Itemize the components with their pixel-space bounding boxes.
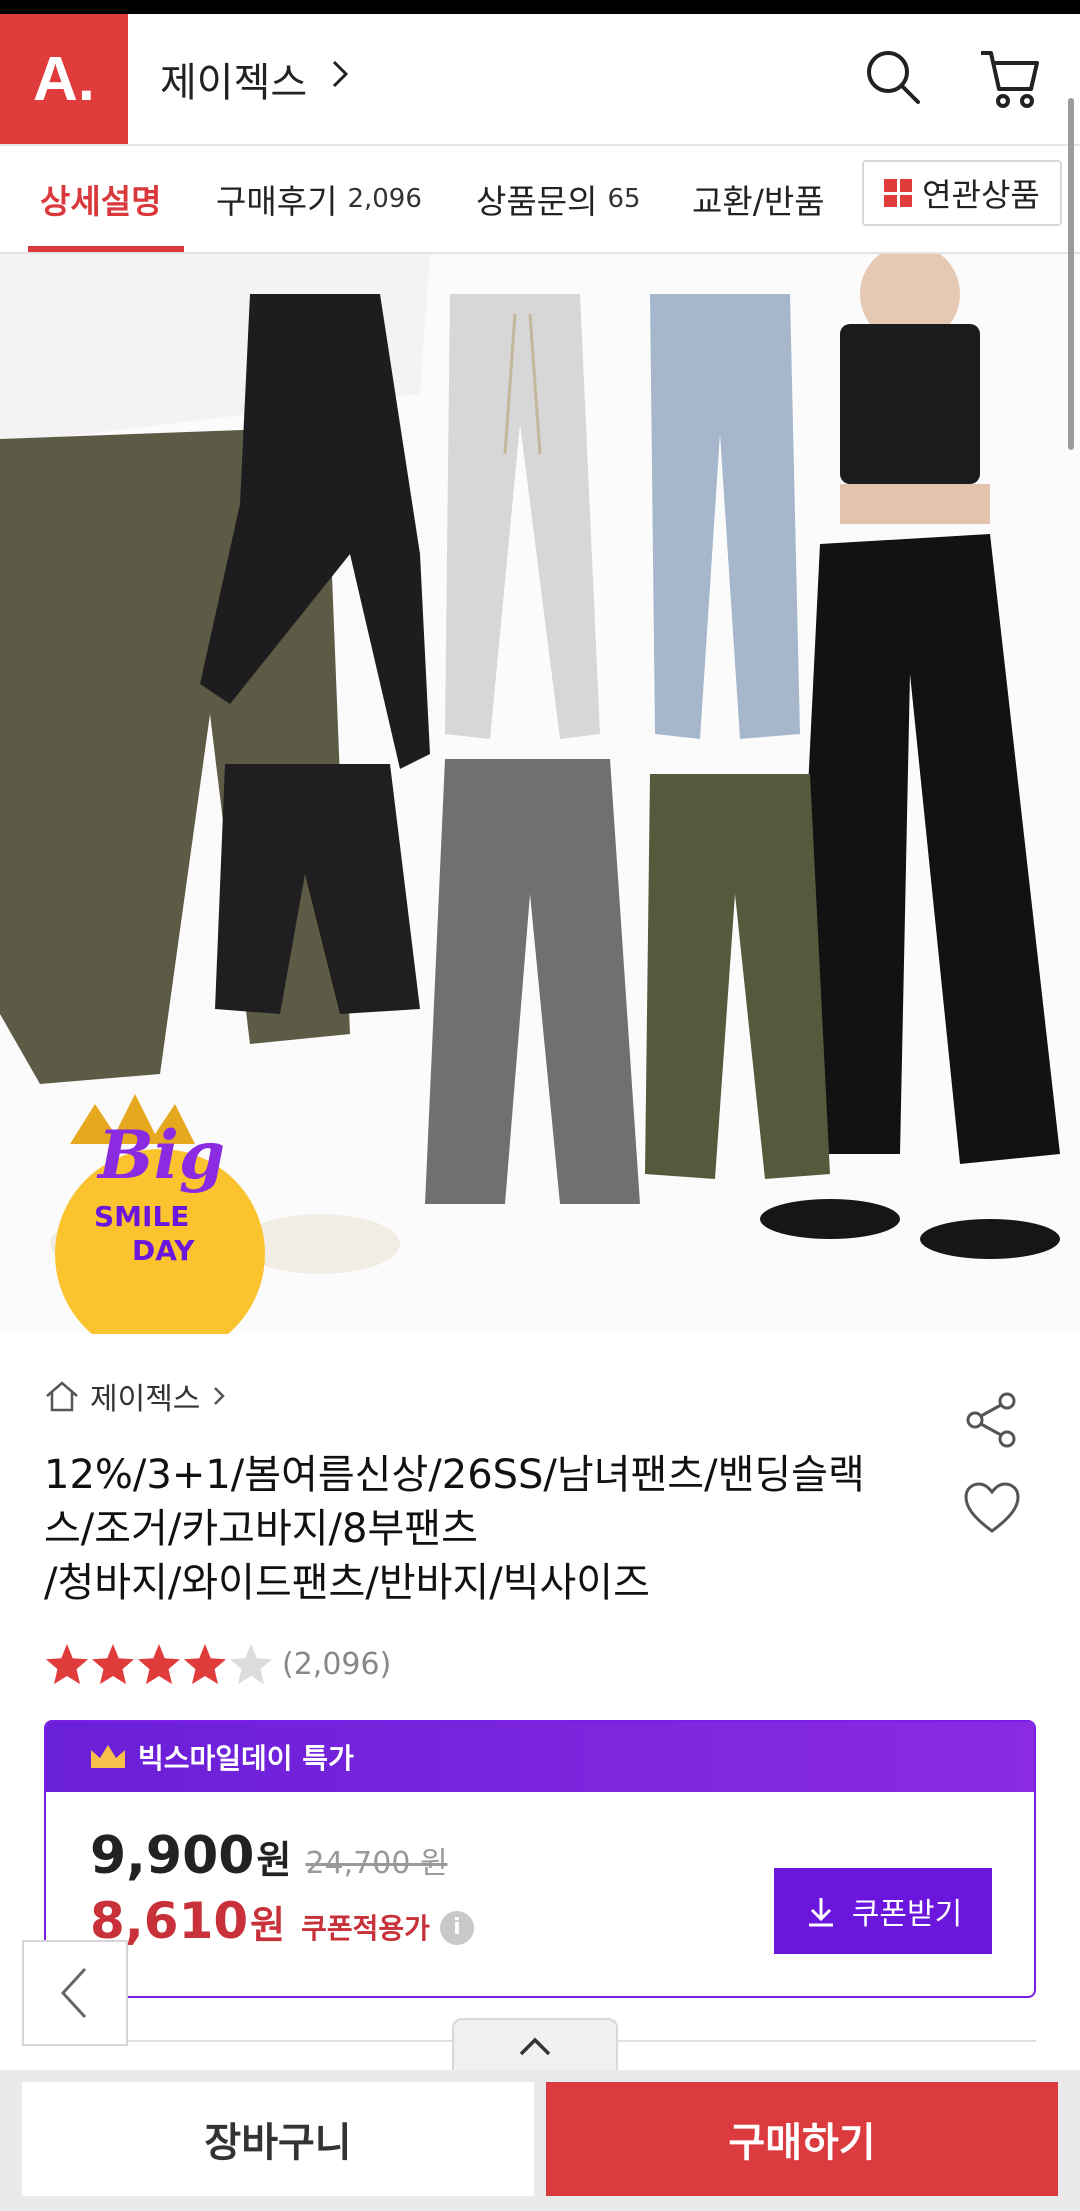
top-header: A. 제이젝스: [0, 14, 1080, 146]
coupon-price-label: 쿠폰적용가: [301, 1912, 430, 1945]
buy-now-button[interactable]: 구매하기: [546, 2082, 1058, 2196]
tab-label: 교환/반품: [692, 182, 825, 221]
add-to-cart-button[interactable]: 장바구니: [22, 2082, 534, 2196]
deal-header: 빅스마일데이 특가: [46, 1722, 1034, 1792]
product-title-line: 스/조거/카고바지/8부팬츠: [44, 1506, 478, 1552]
status-bar: [0, 0, 1080, 14]
breadcrumb[interactable]: 제이젝스: [44, 1374, 230, 1418]
store-name-link[interactable]: 제이젝스: [160, 50, 307, 108]
search-icon[interactable]: [858, 42, 928, 112]
star-filled-icon: [45, 1643, 89, 1685]
scrollbar[interactable]: [1068, 98, 1074, 450]
info-icon[interactable]: i: [439, 1910, 474, 1945]
share-icon[interactable]: [960, 1388, 1024, 1452]
chevron-right-icon: [214, 1387, 226, 1405]
detail-tabs: 상세설명 구매후기 2,096 상품문의 65 교환/반품 연관상품: [0, 146, 1080, 254]
download-icon: [808, 1898, 833, 1927]
breadcrumb-store: 제이젝스: [90, 1382, 201, 1417]
related-products-label: 연관상품: [922, 176, 1040, 214]
add-to-cart-label: 장바구니: [204, 2120, 352, 2166]
tab-label: 상품문의: [476, 182, 598, 221]
product-title-line: 12%/3+1/봄여름신상/26SS/남녀팬츠/밴딩슬랙: [44, 1452, 865, 1498]
related-products-button[interactable]: 연관상품: [862, 160, 1062, 226]
star-filled-icon: [183, 1643, 227, 1685]
tab-reviews[interactable]: 구매후기 2,096: [216, 146, 422, 252]
crown-icon: [91, 1745, 125, 1768]
big-smile-badge-day: DAY: [132, 1234, 195, 1267]
chevron-up-icon: [519, 2037, 551, 2056]
rating-count: (2,096): [282, 1646, 392, 1682]
sale-price-unit: 원: [256, 1838, 292, 1882]
heart-icon[interactable]: [960, 1476, 1024, 1540]
big-smile-badge-smile: SMILE: [94, 1200, 190, 1233]
chevron-right-icon: [330, 54, 352, 98]
product-title: 12%/3+1/봄여름신상/26SS/남녀팬츠/밴딩슬랙 스/조거/카고바지/8…: [44, 1448, 914, 1610]
cart-icon[interactable]: [974, 42, 1046, 114]
star-empty-icon: [229, 1643, 273, 1685]
get-coupon-label: 쿠폰받기: [851, 1897, 963, 1932]
sale-price-value: 9,900: [90, 1826, 255, 1886]
big-smile-badge-big: Big: [98, 1116, 226, 1194]
coupon-price-unit: 원: [250, 1903, 286, 1947]
tab-description[interactable]: 상세설명: [40, 146, 161, 252]
app-logo[interactable]: A.: [0, 14, 128, 144]
rating[interactable]: (2,096): [44, 1642, 391, 1686]
rating-stars: [44, 1642, 274, 1686]
star-filled-icon: [137, 1643, 181, 1685]
product-title-line: /청바지/와이드팬츠/반바지/빅사이즈: [44, 1560, 650, 1606]
tab-count: 2,096: [347, 184, 422, 214]
product-image[interactable]: Big SMILE DAY: [0, 254, 1080, 1334]
tab-inquiries[interactable]: 상품문의 65: [476, 146, 641, 252]
grid-icon: [884, 179, 913, 207]
chevron-left-icon: [60, 1967, 87, 2019]
bottom-action-bar: 장바구니 구매하기: [0, 2070, 1080, 2211]
home-icon: [46, 1381, 78, 1412]
store-name: 제이젝스: [160, 60, 308, 106]
back-button[interactable]: [22, 1940, 128, 2046]
active-tab-indicator: [28, 246, 184, 252]
deal-header-label: 빅스마일데이 특가: [138, 1742, 354, 1775]
coupon-price: 8,610 원 쿠폰적용가 i: [90, 1892, 474, 1950]
deal-price-box: 빅스마일데이 특가 9,900 원 24,700 원 8,610 원 쿠폰적용가…: [44, 1720, 1036, 1998]
star-filled-icon: [91, 1643, 135, 1685]
tab-label: 구매후기: [216, 182, 338, 221]
expand-options-toggle[interactable]: [452, 2018, 618, 2072]
get-coupon-button[interactable]: 쿠폰받기: [774, 1868, 992, 1954]
tab-label: 상세설명: [40, 182, 162, 221]
tab-exchange-return[interactable]: 교환/반품: [692, 146, 825, 252]
tab-count: 65: [607, 184, 641, 214]
buy-now-label: 구매하기: [728, 2120, 876, 2166]
sale-price: 9,900 원 24,700 원: [90, 1826, 448, 1886]
original-price: 24,700 원: [305, 1846, 448, 1881]
